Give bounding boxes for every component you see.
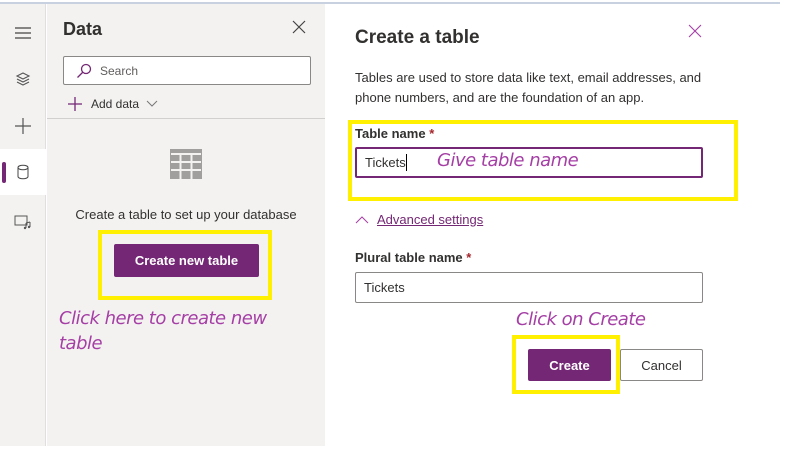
left-rail — [0, 4, 46, 446]
close-panel-icon[interactable] — [292, 20, 306, 39]
table-name-value: Tickets — [365, 155, 406, 170]
search-placeholder: Search — [100, 63, 139, 78]
insert-plus-icon[interactable] — [0, 103, 46, 149]
divider — [47, 118, 325, 119]
annotation-click-create: Click on Create — [516, 309, 646, 330]
add-data-button[interactable]: Add data — [63, 90, 171, 118]
cancel-button[interactable]: Cancel — [620, 349, 703, 381]
table-name-label: Table name * — [355, 126, 435, 141]
advanced-settings-toggle[interactable]: Advanced settings — [355, 212, 483, 227]
dialog-description: Tables are used to store data like text,… — [355, 70, 702, 105]
create-button[interactable]: Create — [528, 349, 611, 381]
search-icon — [77, 63, 92, 78]
text-cursor — [405, 154, 407, 171]
chevron-down-icon — [146, 100, 158, 107]
selected-indicator — [2, 162, 6, 183]
annotation-table-name: Give table name — [437, 150, 579, 171]
search-input[interactable]: Search — [63, 56, 311, 85]
annotation-create-new: Click here to create new table — [59, 308, 267, 354]
layers-icon[interactable] — [0, 56, 46, 102]
data-panel: Data Search Add data Create a table to s… — [47, 4, 325, 446]
empty-state-text: Create a table to set up your database — [75, 207, 297, 222]
dialog-title: Create a table — [355, 27, 480, 48]
plus-icon — [68, 97, 82, 111]
plural-name-value: Tickets — [364, 280, 405, 295]
data-database-icon[interactable] — [0, 149, 46, 195]
plural-name-label: Plural table name * — [355, 250, 472, 265]
media-icon[interactable] — [0, 199, 46, 245]
create-new-table-button[interactable]: Create new table — [114, 244, 259, 277]
chevron-up-icon — [355, 216, 369, 224]
advanced-settings-link[interactable]: Advanced settings — [377, 212, 483, 227]
close-dialog-icon[interactable] — [688, 24, 702, 43]
hamburger-menu-icon[interactable] — [0, 10, 46, 56]
table-grid-icon — [169, 148, 203, 185]
add-data-label: Add data — [91, 97, 140, 111]
plural-name-input[interactable]: Tickets — [355, 272, 703, 303]
panel-title: Data — [63, 19, 103, 39]
